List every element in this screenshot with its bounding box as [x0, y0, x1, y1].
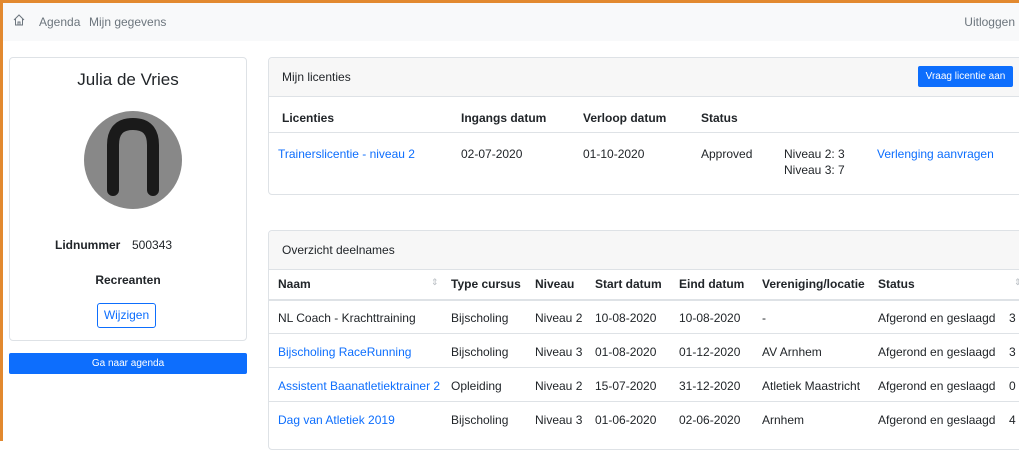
- nav-my-details-link[interactable]: Mijn gegevens: [89, 15, 166, 29]
- licenses-title: Mijn licenties: [282, 70, 351, 84]
- member-number-value: 500343: [132, 238, 173, 252]
- request-extension-link[interactable]: Verlenging aanvragen: [877, 147, 994, 161]
- participation-type: Bijscholing: [451, 413, 509, 427]
- row-divider: [269, 367, 1019, 368]
- participation-start: 10-08-2020: [595, 311, 657, 325]
- row-divider: [269, 333, 1019, 334]
- participation-location: Arnhem: [762, 413, 805, 427]
- participation-type: Bijscholing: [451, 345, 509, 359]
- col-header-location[interactable]: Vereniging/locatie: [762, 277, 865, 291]
- col-header-status: Status: [701, 111, 738, 125]
- sort-icon[interactable]: ⇕: [431, 277, 439, 288]
- participation-extra: 4: [1009, 413, 1016, 427]
- request-license-button[interactable]: Vraag licentie aan: [918, 66, 1013, 87]
- profile-name: Julia de Vries: [77, 70, 179, 89]
- table-divider: [269, 299, 1019, 301]
- col-header-end-date: Verloop datum: [583, 111, 667, 125]
- license-end-date: 01-10-2020: [583, 147, 645, 161]
- participation-extra: 3: [1009, 311, 1016, 325]
- avatar-icon: [84, 111, 182, 209]
- table-divider: [269, 132, 1019, 133]
- license-name-link[interactable]: Trainerslicentie - niveau 2: [278, 147, 415, 161]
- participation-end: 31-12-2020: [679, 379, 741, 393]
- participation-start: 01-08-2020: [595, 345, 657, 359]
- participation-status: Afgerond en geslaagd: [878, 379, 996, 393]
- go-to-agenda-button[interactable]: Ga naar agenda: [9, 353, 247, 374]
- row-divider: [269, 401, 1019, 402]
- participation-type: Opleiding: [451, 379, 502, 393]
- participations-header: Overzicht deelnames: [269, 231, 1019, 270]
- licenses-card: Mijn licenties Vraag licentie aan Licent…: [268, 57, 1019, 195]
- participation-level: Niveau 3: [535, 345, 583, 359]
- participation-level: Niveau 2: [535, 311, 583, 325]
- participation-extra: 3: [1009, 345, 1016, 359]
- participation-status: Afgerond en geslaagd: [878, 345, 996, 359]
- member-group: Recreanten: [95, 273, 161, 287]
- licenses-header: Mijn licenties Vraag licentie aan: [269, 58, 1019, 97]
- sort-icon[interactable]: ⇕: [1014, 277, 1019, 288]
- col-header-name[interactable]: Naam: [278, 277, 311, 291]
- license-status: Approved: [701, 147, 753, 161]
- participation-end: 02-06-2020: [679, 413, 741, 427]
- participation-location: -: [762, 311, 766, 325]
- license-start-date: 02-07-2020: [461, 147, 523, 161]
- col-header-licenses: Licenties: [282, 111, 335, 125]
- participation-name: NL Coach - Krachttraining: [278, 311, 416, 325]
- participation-location: Atletiek Maastricht: [762, 379, 861, 393]
- participation-start: 15-07-2020: [595, 379, 657, 393]
- participation-name-link[interactable]: Dag van Atletiek 2019: [278, 413, 395, 427]
- participation-level: Niveau 3: [535, 413, 583, 427]
- col-header-end-date[interactable]: Eind datum: [679, 277, 744, 291]
- participation-end: 10-08-2020: [679, 311, 741, 325]
- logout-link[interactable]: Uitloggen: [964, 15, 1015, 29]
- participation-extra: 0: [1009, 379, 1016, 393]
- participation-name-link[interactable]: Assistent Baanatletiektrainer 2: [278, 379, 440, 393]
- participations-card: Overzicht deelnames Naam ⇕ Type cursus N…: [268, 230, 1019, 450]
- member-number-label: Lidnummer: [55, 238, 121, 252]
- home-icon[interactable]: [12, 13, 26, 27]
- col-header-start-date: Ingangs datum: [461, 111, 547, 125]
- col-header-level[interactable]: Niveau: [535, 277, 574, 291]
- participation-location: AV Arnhem: [762, 345, 822, 359]
- nav-agenda-link[interactable]: Agenda: [39, 15, 80, 29]
- edit-profile-button[interactable]: Wijzigen: [97, 303, 156, 328]
- participations-title: Overzicht deelnames: [282, 243, 395, 257]
- license-level-3: Niveau 3: 7: [784, 163, 845, 177]
- license-level-2: Niveau 2: 3: [784, 147, 845, 161]
- participation-status: Afgerond en geslaagd: [878, 311, 996, 325]
- participation-name-link[interactable]: Bijscholing RaceRunning: [278, 345, 411, 359]
- participation-start: 01-06-2020: [595, 413, 657, 427]
- participation-type: Bijscholing: [451, 311, 509, 325]
- col-header-status[interactable]: Status: [878, 277, 915, 291]
- top-navbar: Agenda Mijn gegevens Uitloggen: [3, 3, 1019, 41]
- participation-end: 01-12-2020: [679, 345, 741, 359]
- col-header-course-type[interactable]: Type cursus: [451, 277, 521, 291]
- profile-card: Julia de Vries Lidnummer 500343 Recreant…: [9, 57, 247, 341]
- participation-level: Niveau 2: [535, 379, 583, 393]
- participation-status: Afgerond en geslaagd: [878, 413, 996, 427]
- col-header-start-date[interactable]: Start datum: [595, 277, 662, 291]
